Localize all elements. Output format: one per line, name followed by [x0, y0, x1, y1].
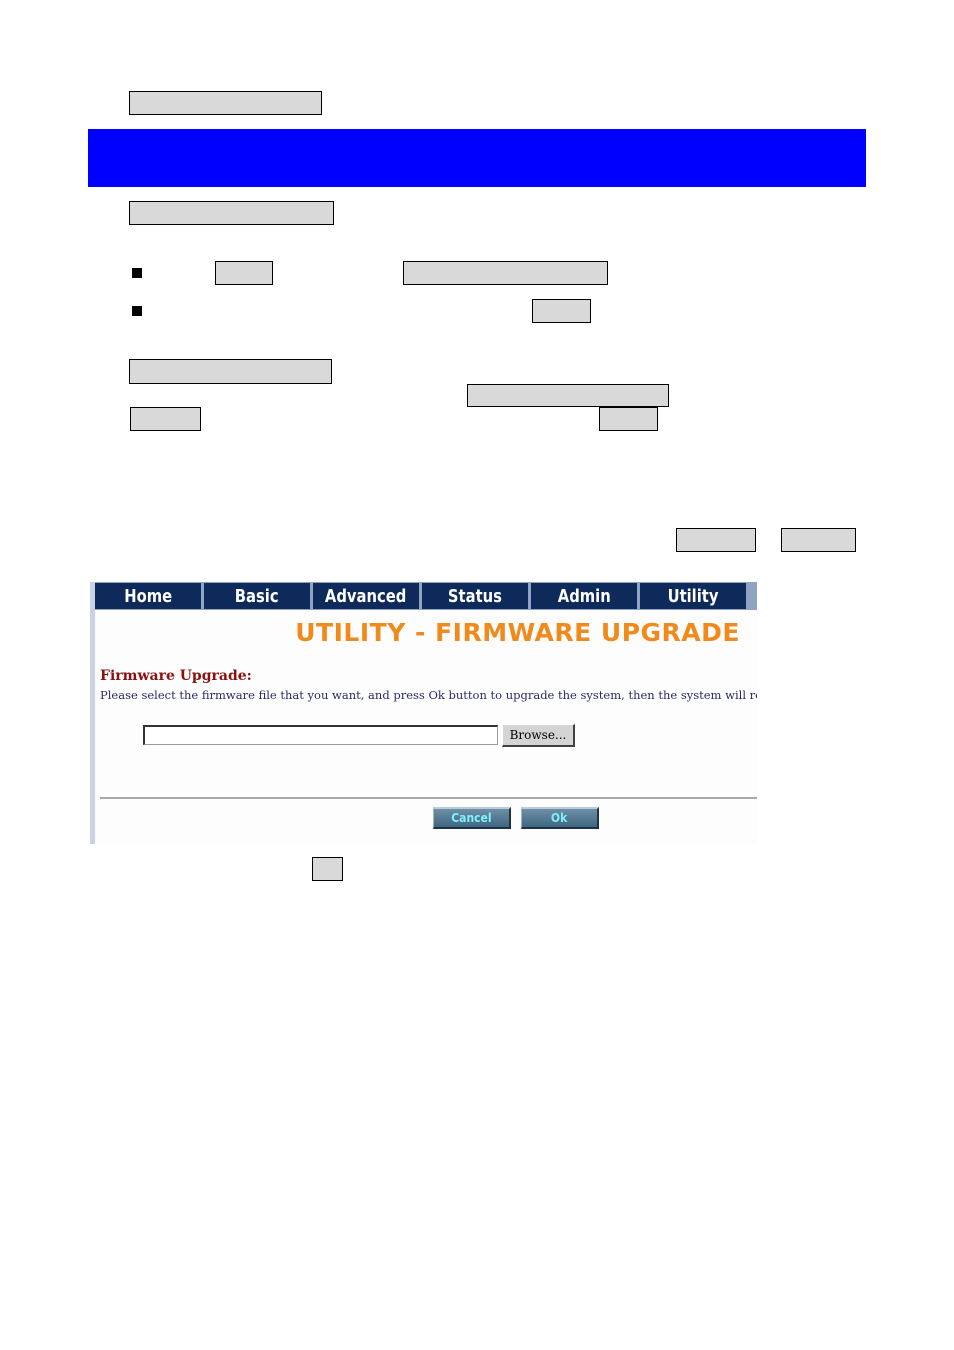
redacted-heading-3: [129, 359, 332, 384]
tab-label: Status: [447, 585, 502, 607]
tab-label: Utility: [667, 585, 719, 607]
cancel-button[interactable]: Cancel: [433, 807, 511, 829]
tab-advanced[interactable]: Advanced: [313, 583, 419, 609]
redacted-term-9: [312, 857, 343, 881]
page-title: UTILITY - FIRMWARE UPGRADE: [295, 618, 740, 647]
ok-button[interactable]: Ok: [521, 807, 599, 829]
bullet-icon: [132, 268, 142, 278]
firmware-upgrade-screenshot: Home Basic Advanced Status Admin Utility…: [90, 582, 757, 844]
redacted-heading-1: [129, 91, 322, 115]
nav-bar: Home Basic Advanced Status Admin Utility: [95, 582, 757, 610]
tab-home[interactable]: Home: [95, 583, 201, 609]
redacted-heading-2: [129, 201, 334, 225]
tab-label: Admin: [557, 585, 611, 607]
section-title: Firmware Upgrade:: [100, 668, 252, 684]
bullet-icon: [132, 306, 142, 316]
tab-status[interactable]: Status: [422, 583, 528, 609]
tab-admin[interactable]: Admin: [531, 583, 637, 609]
redacted-term-5: [130, 407, 201, 431]
instructions-text: Please select the firmware file that you…: [100, 688, 757, 702]
redacted-term-2: [403, 261, 608, 285]
tab-basic[interactable]: Basic: [204, 583, 310, 609]
left-border-strip: [90, 582, 95, 844]
redacted-term-1: [215, 261, 273, 285]
divider: [100, 797, 757, 799]
tab-label: Basic: [235, 585, 279, 607]
redacted-term-3: [532, 299, 591, 323]
firmware-file-input[interactable]: [143, 725, 498, 745]
tab-label: Advanced: [325, 585, 407, 607]
redacted-term-4: [467, 384, 669, 407]
browse-button[interactable]: Browse...: [502, 724, 575, 747]
redacted-term-7: [676, 528, 756, 552]
redacted-term-6: [599, 407, 658, 431]
tab-utility[interactable]: Utility: [640, 583, 746, 609]
chapter-banner: [88, 129, 866, 187]
cancel-label: Cancel: [451, 811, 492, 825]
ok-label: Ok: [551, 811, 568, 825]
tab-label: Home: [124, 585, 172, 607]
redacted-term-8: [781, 528, 856, 552]
